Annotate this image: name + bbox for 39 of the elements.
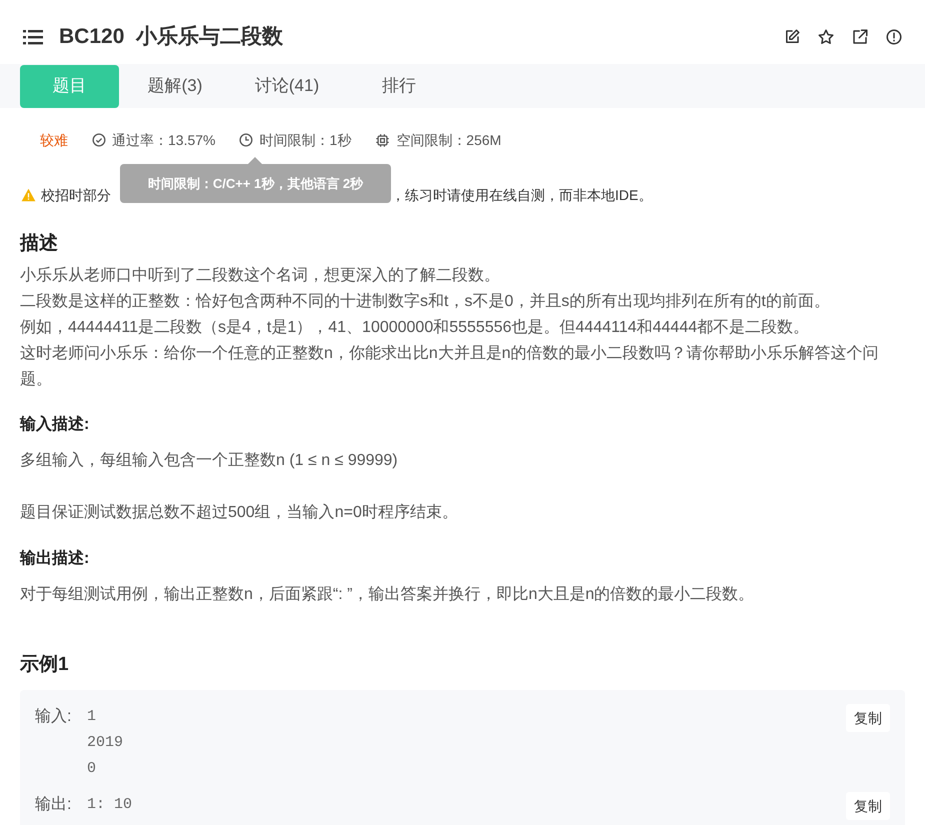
difficulty-label: 较难: [40, 130, 68, 150]
input-description: 题目保证测试数据总数不超过500组，当输入n=0时程序结束。: [20, 502, 459, 523]
copy-button[interactable]: 复制: [846, 704, 890, 732]
tab[interactable]: 题解(3): [119, 64, 231, 108]
example-line: 1: [87, 707, 98, 727]
section-heading: 输出描述:: [20, 548, 90, 569]
star-icon[interactable]: [817, 28, 835, 46]
section-heading: 输入描述:: [20, 414, 90, 435]
description-line: 小乐乐从老师口中听到了二段数这个名词，想更深入的了解二段数。: [20, 266, 501, 286]
description-line: 例如，44444411是二段数（s是4，t是1），41、10000000和5555556也是。但4444114和44444都不是二段数。: [20, 318, 810, 338]
check-circle-icon: [92, 133, 106, 147]
tab[interactable]: 讨论(41): [231, 64, 343, 108]
notice-text: 校招时部分: [41, 186, 111, 202]
list-icon[interactable]: [22, 28, 44, 46]
info-icon[interactable]: [885, 28, 903, 46]
warning-icon: [21, 188, 36, 202]
input-description: 多组输入，每组输入包含一个正整数n (1 ≤ n ≤ 99999): [20, 450, 399, 471]
example-label: 输出:: [35, 794, 72, 815]
output-description: 对于每组测试用例，输出正整数n，后面紧跟“: ”，输出答案并换行，即比n大且是n的倍数的最小二段数。: [20, 584, 756, 605]
notice-text: ，练习时请使用在线自测，而非本地IDE。: [391, 186, 652, 204]
tooltip: 时间限制：C/C++ 1秒，其他语言 2秒: [120, 164, 391, 203]
tab[interactable]: 排行: [343, 64, 455, 108]
section-heading: 描述: [20, 232, 59, 256]
example-line: 2019: [87, 733, 124, 753]
clock-icon: [239, 133, 254, 147]
edit-icon[interactable]: [783, 28, 801, 46]
memory-limit: 空间限制：256M: [396, 130, 502, 150]
example-line: 0: [87, 759, 98, 779]
example-label: 输入:: [35, 706, 72, 727]
copy-button[interactable]: 复制: [846, 792, 890, 820]
description-line: 这时老师问小乐乐：给你一个任意的正整数n，你能求出比n大并且是n的倍数的最小二段数吗？请你帮助小乐乐解答这个问题。: [20, 344, 880, 390]
external-link-icon[interactable]: [851, 28, 869, 46]
problem-title: BC120 小乐乐与二段数: [59, 24, 284, 50]
section-heading: 示例1: [20, 653, 70, 677]
time-limit: 时间限制：1秒: [259, 130, 352, 150]
example-line: 1: 10: [87, 795, 132, 815]
pass-rate: 通过率：13.57%: [112, 130, 216, 150]
description-line: 二段数是这样的正整数：恰好包含两种不同的十进制数字s和t，s不是0，并且s的所有出现均排列在所有的t的前面。: [20, 292, 831, 312]
chip-icon: [375, 132, 390, 148]
